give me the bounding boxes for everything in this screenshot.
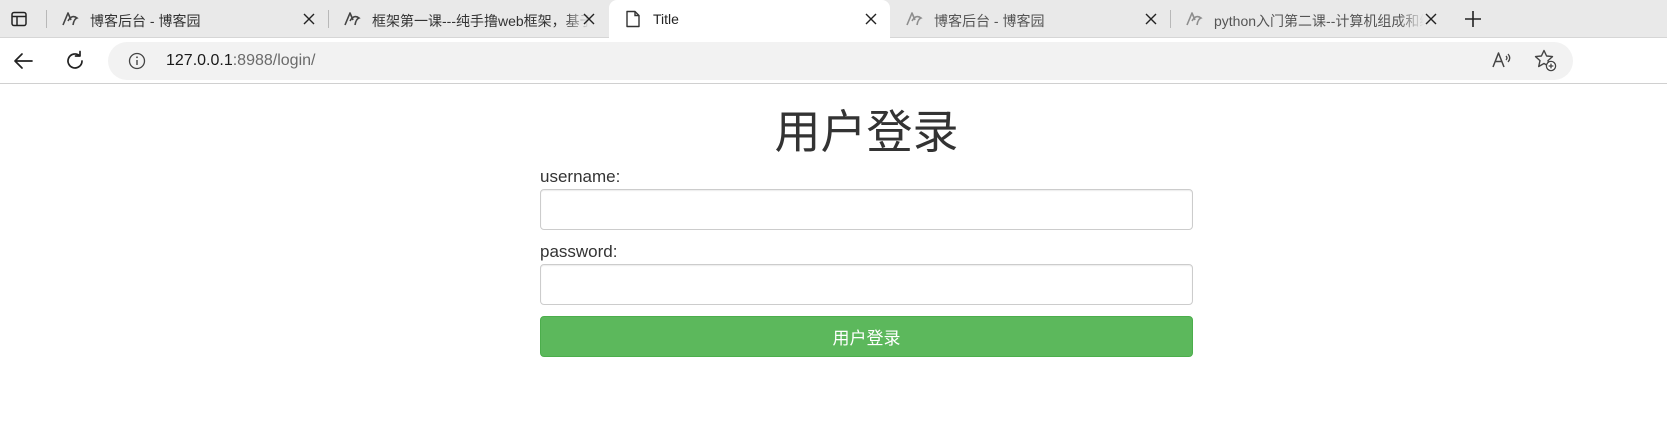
cnblogs-icon (342, 10, 362, 28)
url-host: 127.0.0.1 (166, 52, 233, 69)
tab-title: python入门第二课--计算机组成和编程语言 (1214, 13, 1424, 29)
tab-title: 博客后台 - 博客园 (90, 13, 201, 29)
add-favorite-icon[interactable] (1533, 48, 1557, 72)
url-path: :8988/login/ (232, 52, 316, 69)
tab-5[interactable]: python入门第二课--计算机组成和编程语言 (1170, 0, 1450, 38)
cnblogs-icon (60, 10, 80, 28)
tab-1[interactable]: 博客后台 - 博客园 (46, 0, 328, 38)
address-bar[interactable]: 127.0.0.1:8988/login/ (108, 42, 1573, 80)
tab-strip: 博客后台 - 博客园 框架第一课---纯手撸web框架，基于wsgiref模块 … (0, 0, 1667, 38)
info-icon[interactable] (128, 52, 146, 70)
back-arrow-icon[interactable] (10, 48, 36, 74)
tab-title: 框架第一课---纯手撸web框架，基于wsgiref模块 (372, 13, 590, 29)
url-text[interactable]: 127.0.0.1:8988/login/ (166, 52, 315, 70)
username-label: username: (540, 167, 621, 186)
login-submit-button[interactable]: 用户登录 (540, 316, 1193, 357)
cnblogs-icon (904, 10, 924, 28)
password-input[interactable] (540, 264, 1193, 305)
refresh-icon[interactable] (62, 48, 88, 74)
plus-icon[interactable] (1461, 7, 1485, 31)
page-icon (623, 10, 643, 28)
read-aloud-icon[interactable] (1490, 48, 1514, 72)
tab-2[interactable]: 框架第一课---纯手撸web框架，基于wsgiref模块 (328, 0, 608, 38)
page-content: 用户登录 username: password: 用户登录 (0, 85, 1667, 441)
tab-title: Title (653, 11, 679, 27)
username-input[interactable] (540, 189, 1193, 230)
tab-title: 博客后台 - 博客园 (934, 13, 1045, 29)
close-icon[interactable] (1422, 10, 1440, 28)
password-label: password: (540, 242, 618, 261)
close-icon[interactable] (300, 10, 318, 28)
close-icon[interactable] (580, 10, 598, 28)
close-icon[interactable] (1142, 10, 1160, 28)
tab-separator (46, 10, 47, 28)
cnblogs-icon (1184, 10, 1204, 28)
browser-toolbar: 127.0.0.1:8988/login/ (0, 38, 1667, 84)
tab-actions-icon[interactable] (8, 8, 30, 30)
tab-separator (1170, 10, 1171, 28)
tab-4[interactable]: 博客后台 - 博客园 (890, 0, 1170, 38)
tab-3-active[interactable]: Title (609, 0, 890, 38)
page-title: 用户登录 (774, 106, 959, 158)
tab-separator (328, 10, 329, 28)
close-icon[interactable] (862, 10, 880, 28)
